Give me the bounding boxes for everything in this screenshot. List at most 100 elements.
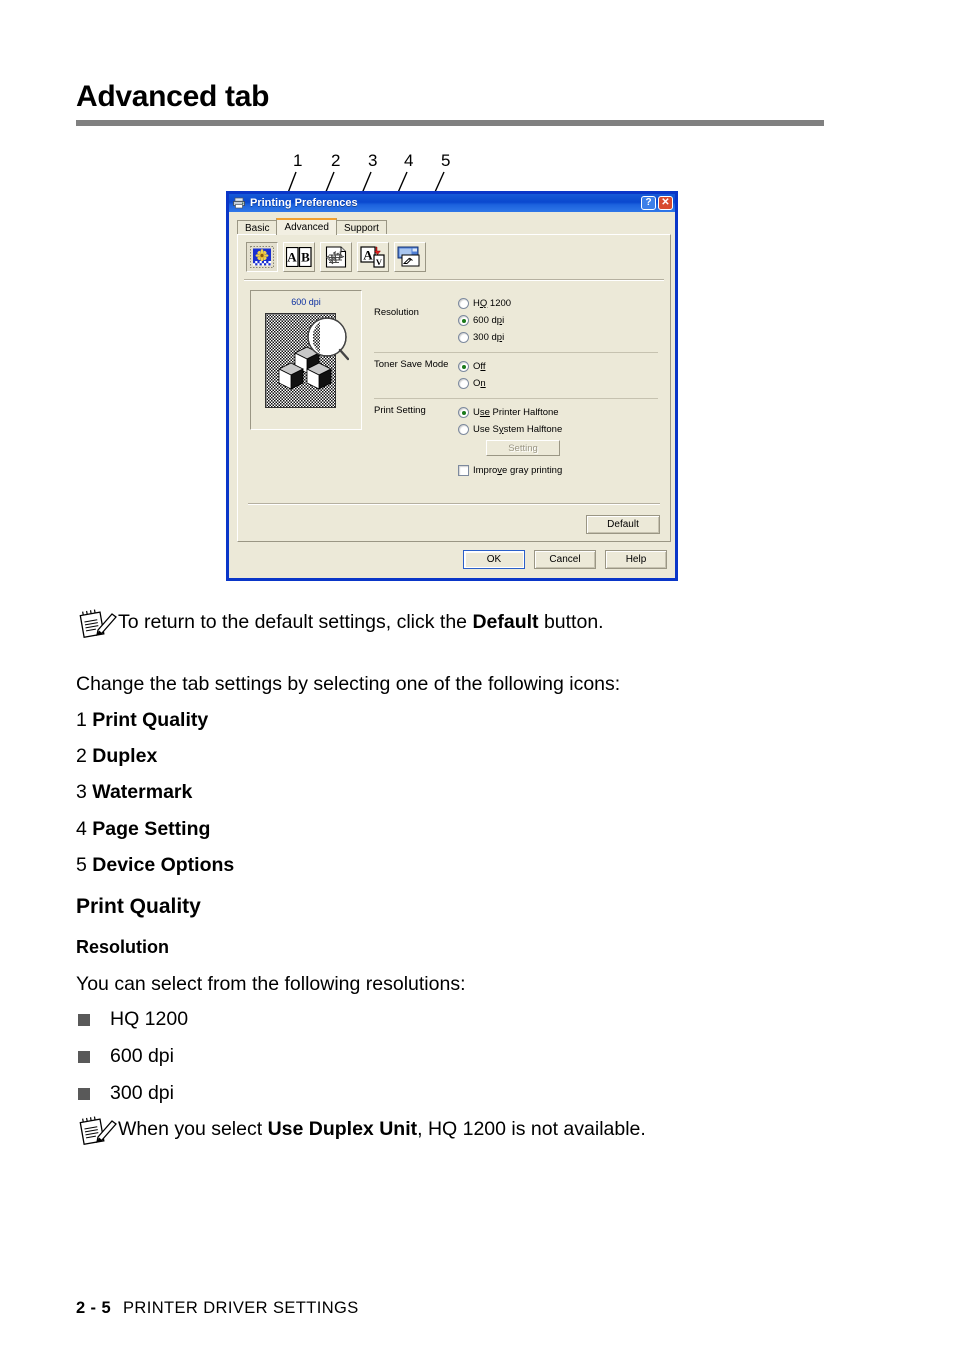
- callout-number-3: 3: [368, 151, 378, 170]
- note-text-pre: To return to the default settings, click…: [118, 611, 473, 633]
- bullet-label: 600 dpi: [110, 1045, 174, 1067]
- group-label-resolution: Resolution: [374, 307, 419, 318]
- icon-list-label: Page Setting: [92, 818, 211, 840]
- tab-advanced[interactable]: Advanced: [276, 218, 337, 235]
- radio-label: 600 dpi: [473, 315, 505, 326]
- note-duplex-hq1200: When you select Use Duplex Unit, HQ 1200…: [78, 1115, 908, 1147]
- icon-list-number: 3: [76, 781, 87, 803]
- svg-text:A: A: [363, 248, 373, 263]
- settings-icon-toolbar: A B Wx A V: [246, 242, 426, 272]
- section-heading-resolution: Resolution: [76, 937, 169, 957]
- radio-indicator: [458, 361, 469, 372]
- radio-indicator: [458, 298, 469, 309]
- note-text: To return to the default settings, click…: [118, 608, 604, 634]
- advanced-tab-panel: A B Wx A V 600 dpi Resolution HQ 1200 60…: [237, 234, 671, 542]
- preview-resolution-label: 600 dpi: [291, 297, 321, 307]
- radio-use-system-halftone[interactable]: Use System Halftone: [458, 421, 658, 438]
- icon-list-label: Print Quality: [92, 709, 209, 731]
- cancel-button[interactable]: Cancel: [534, 550, 596, 569]
- radio-label: On: [473, 378, 486, 389]
- tab-strip: Basic Advanced Support: [237, 218, 387, 235]
- note-text-bold: Default: [472, 611, 539, 633]
- bullet-label: 300 dpi: [110, 1082, 174, 1104]
- bullet-item-300dpi: 300 dpi: [78, 1082, 174, 1105]
- tab-support[interactable]: Support: [335, 220, 387, 235]
- svg-text:V: V: [376, 257, 383, 267]
- group-label-toner-save-mode: Toner Save Mode: [374, 359, 449, 370]
- callout-number-2: 2: [331, 151, 341, 170]
- bullet-square-icon: [78, 1013, 90, 1026]
- group-label-print-setting: Print Setting: [374, 405, 426, 416]
- default-button-label: Default: [607, 519, 639, 530]
- note-text-post: button.: [538, 611, 604, 633]
- note-text: When you select Use Duplex Unit, HQ 1200…: [118, 1115, 646, 1141]
- callout-number-1: 1: [293, 151, 303, 170]
- radio-600dpi[interactable]: 600 dpi: [458, 312, 658, 329]
- radio-indicator: [458, 332, 469, 343]
- tab-basic[interactable]: Basic: [237, 220, 278, 235]
- duplex-icon[interactable]: A B: [283, 242, 315, 272]
- cancel-button-label: Cancel: [549, 554, 581, 565]
- bullet-item-600dpi: 600 dpi: [78, 1045, 174, 1068]
- footer-section-title: PRINTER DRIVER SETTINGS: [123, 1299, 359, 1317]
- note-default-button: To return to the default settings, click…: [78, 608, 878, 640]
- resolutions-intro: You can select from the following resolu…: [76, 973, 466, 995]
- page-setting-icon[interactable]: A V: [357, 242, 389, 272]
- page-title: Advanced tab: [76, 80, 270, 113]
- radio-toner-off[interactable]: Off: [458, 358, 658, 375]
- icon-list-item-4: 4 Page Setting: [76, 818, 210, 841]
- device-options-icon[interactable]: [394, 242, 426, 272]
- radio-label: Off: [473, 361, 486, 372]
- printer-icon: [232, 196, 246, 210]
- radio-label: 300 dpi: [473, 332, 505, 343]
- titlebar-buttons: ? ✕: [641, 196, 673, 210]
- icon-list-number: 5: [76, 854, 87, 876]
- section-heading-print-quality: Print Quality: [76, 895, 201, 918]
- setting-button[interactable]: Setting: [486, 440, 560, 456]
- note-icon: [78, 608, 118, 640]
- radio-indicator: [458, 315, 469, 326]
- print-quality-icon[interactable]: [246, 242, 278, 272]
- dialog-title: Printing Preferences: [250, 197, 358, 209]
- checkbox-improve-gray-printing[interactable]: Improve gray printing: [458, 462, 658, 479]
- note-text-post: , HQ 1200 is not available.: [417, 1118, 646, 1140]
- radio-label: HQ 1200: [473, 298, 512, 309]
- radio-toner-on[interactable]: On: [458, 375, 658, 392]
- group-print-setting: Print Setting Use Printer Halftone Use S…: [374, 398, 658, 485]
- checkbox-indicator: [458, 465, 469, 476]
- print-preview-box: 600 dpi: [250, 290, 362, 430]
- radio-indicator: [458, 424, 469, 435]
- watermark-icon[interactable]: Wx: [320, 242, 352, 272]
- help-button-label: Help: [625, 554, 647, 565]
- radio-label: Use System Halftone: [473, 424, 563, 435]
- close-icon[interactable]: ✕: [658, 196, 673, 210]
- ok-button[interactable]: OK: [463, 550, 525, 569]
- printing-preferences-dialog: Printing Preferences ? ✕ Basic Advanced …: [226, 191, 678, 581]
- bullet-item-hq1200: HQ 1200: [78, 1008, 188, 1031]
- icon-list-label: Duplex: [92, 745, 158, 767]
- bullet-square-icon: [78, 1050, 90, 1063]
- help-icon[interactable]: ?: [641, 196, 656, 210]
- callout-number-4: 4: [404, 151, 414, 170]
- icon-list-number: 2: [76, 745, 87, 767]
- radio-indicator: [458, 378, 469, 389]
- default-button[interactable]: Default: [586, 515, 660, 534]
- note-text-bold: Use Duplex Unit: [267, 1118, 418, 1140]
- icon-list-item-3: 3 Watermark: [76, 781, 192, 804]
- radio-hq1200[interactable]: HQ 1200: [458, 295, 658, 312]
- radio-indicator: [458, 407, 469, 418]
- radio-use-printer-halftone[interactable]: Use Printer Halftone: [458, 404, 658, 421]
- dialog-titlebar: Printing Preferences ? ✕: [229, 194, 675, 212]
- icon-list-label: Watermark: [92, 781, 193, 803]
- note-text-pre: When you select: [118, 1118, 268, 1140]
- svg-text:B: B: [301, 250, 310, 265]
- svg-text:A: A: [287, 250, 297, 265]
- panel-divider: [248, 503, 660, 505]
- settings-list: Resolution HQ 1200 600 dpi 300 dpi Toner…: [374, 290, 658, 485]
- intro-paragraph: Change the tab settings by selecting one…: [76, 673, 621, 695]
- radio-300dpi[interactable]: 300 dpi: [458, 329, 658, 346]
- dialog-button-row: OK Cancel Help: [229, 550, 667, 569]
- group-resolution: Resolution HQ 1200 600 dpi 300 dpi: [374, 290, 658, 352]
- callout-number-5: 5: [441, 151, 451, 170]
- dialog-help-button[interactable]: Help: [605, 550, 667, 569]
